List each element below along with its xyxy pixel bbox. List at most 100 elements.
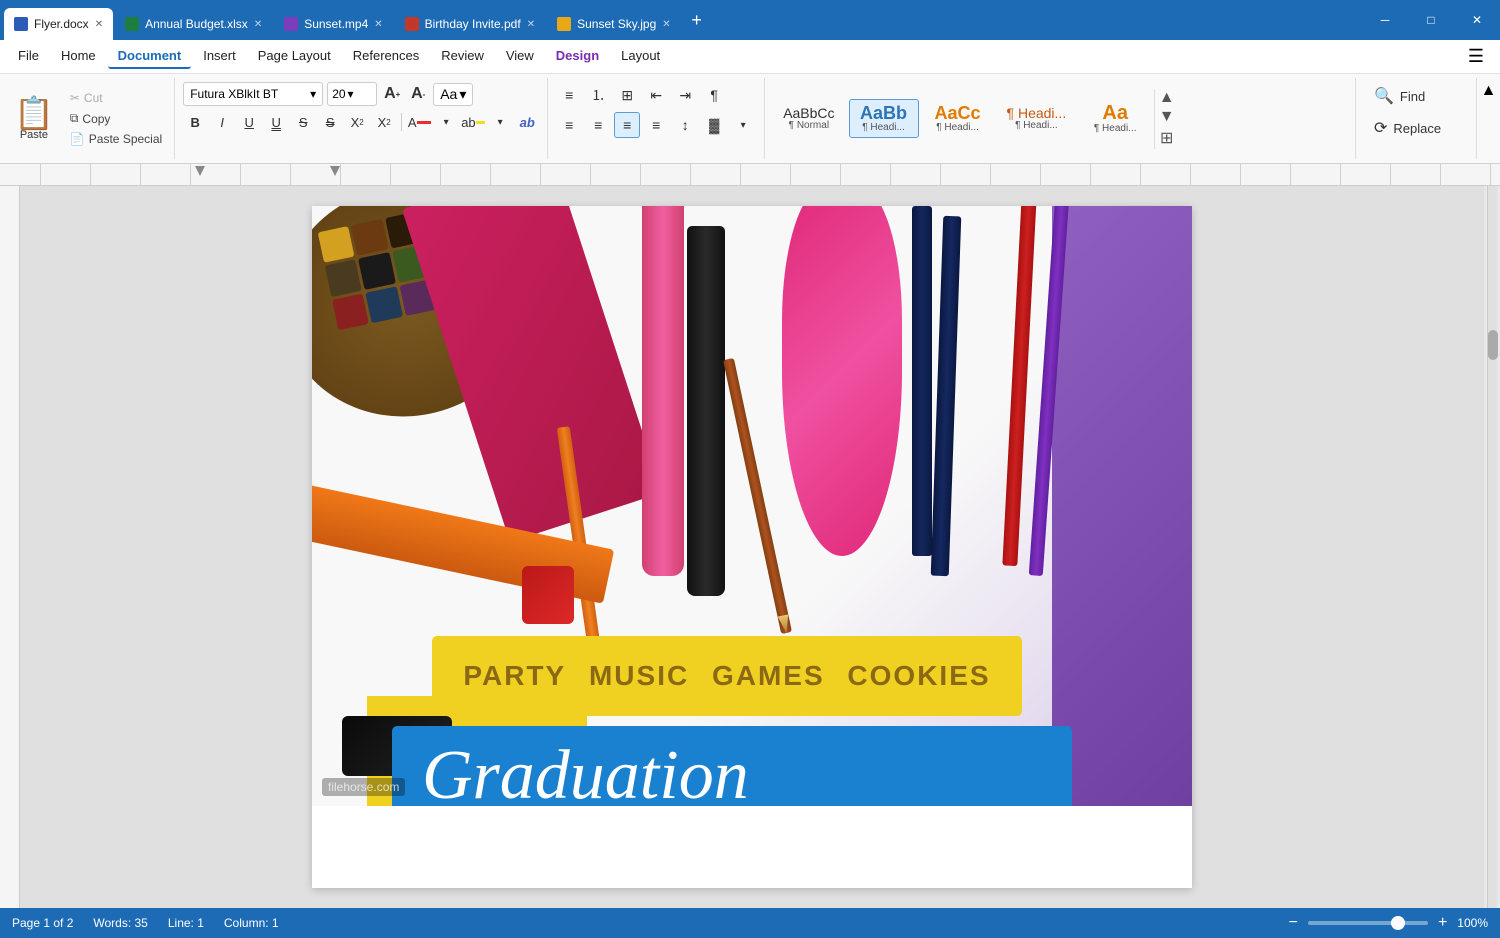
tab-close-budget[interactable]: ✕ [254, 19, 262, 30]
font-color-dropdown[interactable]: ▾ [434, 110, 458, 134]
copy-button[interactable]: ⧉ Copy [66, 109, 166, 128]
align-right-button[interactable]: ≡ [614, 112, 640, 138]
increase-indent-button[interactable]: ⇥ [672, 82, 698, 108]
justify-button[interactable]: ≡ [643, 112, 669, 138]
highlight-dropdown[interactable]: ▾ [488, 110, 512, 134]
font-size-select[interactable]: 20 ▾ [327, 82, 377, 106]
separator [401, 113, 402, 131]
close-button[interactable]: ✕ [1454, 0, 1500, 40]
style-heading2[interactable]: AaCc ¶ Headi... [923, 100, 993, 137]
expand-icon: ⊞ [1160, 128, 1173, 148]
tab-close-flyer[interactable]: ✕ [95, 19, 103, 30]
tab-sunsetsky[interactable]: Sunset Sky.jpg✕ [547, 8, 681, 40]
find-icon: 🔍 [1374, 86, 1394, 106]
tab-close-birthday[interactable]: ✕ [527, 19, 535, 30]
zoom-slider[interactable] [1308, 921, 1428, 925]
tab-close-sunset[interactable]: ✕ [374, 19, 382, 30]
tab-label-birthday: Birthday Invite.pdf [425, 17, 521, 31]
font-color-button[interactable]: A [407, 110, 431, 134]
line-info: Line: 1 [168, 916, 204, 930]
menu-item-home[interactable]: Home [51, 44, 106, 69]
format-section: Futura XBlkIt BT ▾ 20 ▾ A+ A- Aa▾ B I U … [175, 78, 548, 159]
bullets-button[interactable]: ≡ [556, 82, 582, 108]
scrollbar-track[interactable] [1487, 186, 1497, 908]
menu-item-insert[interactable]: Insert [193, 44, 246, 69]
menu-item-references[interactable]: References [343, 44, 429, 69]
ribbon-collapse-button[interactable]: ▲ [1476, 78, 1500, 159]
styles-scroll[interactable]: ▲ ▼ ⊞ [1154, 89, 1174, 149]
menu-item-view[interactable]: View [496, 44, 544, 69]
font-select[interactable]: Futura XBlkIt BT ▾ [183, 82, 323, 106]
add-tab-button[interactable]: + [683, 6, 711, 34]
strikethrough2-button[interactable]: S [318, 110, 342, 134]
tab-sunset[interactable]: Sunset.mp4✕ [274, 8, 392, 40]
ruler-content [40, 164, 1500, 185]
menu-item-design[interactable]: Design [546, 44, 609, 69]
align-center-button[interactable]: ≡ [585, 112, 611, 138]
tab-icon-budget [125, 17, 139, 31]
replace-button[interactable]: ⟳ Replace [1368, 114, 1464, 142]
find-button[interactable]: 🔍 Find [1368, 82, 1464, 110]
document-area[interactable]: PARTY MUSIC GAMES COOKIES Graduation fil… [20, 186, 1484, 908]
multilevel-button[interactable]: ⊞ [614, 82, 640, 108]
swatch [351, 219, 388, 256]
style-normal[interactable]: AaBbCc ¶ Normal [773, 102, 844, 135]
tab-birthday[interactable]: Birthday Invite.pdf ✕ [395, 8, 545, 40]
scrollbar-thumb[interactable] [1488, 330, 1498, 360]
tab-close-sunsetsky[interactable]: ✕ [662, 19, 670, 30]
tab-budget[interactable]: Annual Budget.xlsx✕ [115, 8, 272, 40]
align-left-button[interactable]: ≡ [556, 112, 582, 138]
line-spacing-button[interactable]: ↕ [672, 112, 698, 138]
zoom-thumb[interactable] [1391, 916, 1405, 930]
copy-icon: ⧉ [70, 111, 79, 126]
indent-marker[interactable] [195, 166, 205, 176]
paste-special-button[interactable]: 📄 Paste Special [66, 130, 166, 148]
font-color-bar [417, 121, 431, 124]
paste-button[interactable]: 📋 Paste [8, 93, 60, 145]
text-effects-button[interactable]: ab [515, 110, 539, 134]
title-bar: Flyer.docx✕Annual Budget.xlsx✕Sunset.mp4… [0, 0, 1500, 40]
minimize-button[interactable]: ─ [1362, 0, 1408, 40]
scrollbar[interactable] [1484, 186, 1500, 908]
menu-item-file[interactable]: File [8, 44, 49, 69]
underline-style-button[interactable]: U [264, 110, 288, 134]
show-formatting-button[interactable]: ¶ [701, 82, 727, 108]
bold-button[interactable]: B [183, 110, 207, 134]
style-heading3[interactable]: ¶ Headi... ¶ Headi... [997, 102, 1077, 135]
font-shrink-button[interactable]: A- [407, 83, 429, 105]
document: PARTY MUSIC GAMES COOKIES Graduation fil… [312, 206, 1192, 888]
zoom-plus[interactable]: + [1438, 914, 1447, 932]
zoom-minus[interactable]: − [1289, 914, 1298, 932]
party-banner: PARTY MUSIC GAMES COOKIES [432, 636, 1022, 716]
style-title[interactable]: Aa ¶ Headi... [1080, 99, 1150, 138]
shading-button[interactable]: ▓ [701, 112, 727, 138]
italic-button[interactable]: I [210, 110, 234, 134]
word-count: Words: 35 [93, 916, 147, 930]
highlight-button[interactable]: ab [461, 110, 485, 134]
menu-item-pagelayout[interactable]: Page Layout [248, 44, 341, 69]
sharpener [522, 566, 574, 624]
decrease-indent-button[interactable]: ⇤ [643, 82, 669, 108]
menu-item-document[interactable]: Document [108, 44, 192, 69]
tab-flyer[interactable]: Flyer.docx✕ [4, 8, 113, 40]
underline-button[interactable]: U [237, 110, 261, 134]
cut-button[interactable]: ✂ Cut [66, 89, 166, 107]
numbering-button[interactable]: ⒈ [585, 82, 611, 108]
pencil [723, 358, 792, 634]
shading-dropdown[interactable]: ▾ [730, 112, 756, 138]
menu-item-layout[interactable]: Layout [611, 44, 670, 69]
paste-special-icon: 📄 [70, 132, 85, 146]
clipboard-section: 📋 Paste ✂ Cut ⧉ Copy 📄 Paste Special [0, 78, 175, 159]
superscript-button[interactable]: X2 [345, 110, 369, 134]
menu-item-review[interactable]: Review [431, 44, 494, 69]
style-heading1[interactable]: AaBb ¶ Headi... [849, 99, 919, 138]
hamburger-menu[interactable]: ☰ [1460, 42, 1492, 71]
maximize-button[interactable]: □ [1408, 0, 1454, 40]
pencil-tip [777, 614, 792, 634]
subscript-button[interactable]: X2 [372, 110, 396, 134]
strikethrough-button[interactable]: S [291, 110, 315, 134]
tab-marker[interactable] [330, 166, 340, 176]
font-grow-button[interactable]: A+ [381, 83, 403, 105]
font-dropdown-icon: ▾ [310, 87, 316, 101]
change-case-button[interactable]: Aa▾ [433, 83, 473, 106]
